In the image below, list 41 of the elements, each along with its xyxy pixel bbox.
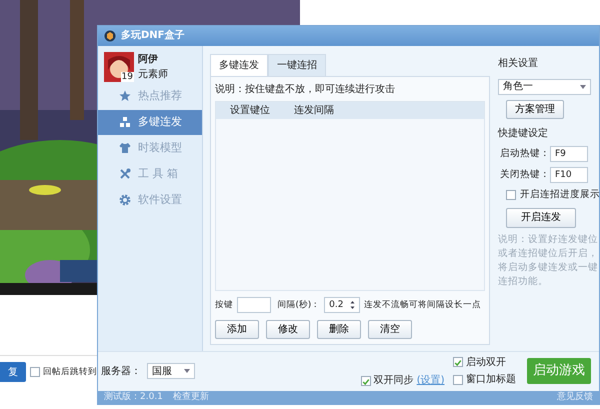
field-label: 启动热键： xyxy=(500,147,550,162)
hotkey-field[interactable]: F10 xyxy=(550,167,588,184)
checkbox-label: 开启连招进度展示 xyxy=(520,188,600,202)
field-value: F10 xyxy=(555,168,572,182)
column-header: 连发间隔 xyxy=(293,104,335,118)
field-label: 间隔(秒)： xyxy=(278,298,320,312)
hint-text: 连发不流畅可将间隔设长一点 xyxy=(364,298,482,312)
sidebar-item[interactable]: 多键连发 xyxy=(98,110,202,135)
select-value: 国服 xyxy=(152,364,172,379)
interval-spinner[interactable]: 0.2 xyxy=(324,297,360,314)
player-class: 元素师 xyxy=(138,68,168,82)
spinner-value: 0.2 xyxy=(329,298,344,312)
checkbox-label: 回帖后跳转到 xyxy=(43,366,97,379)
action-button[interactable]: 添加 xyxy=(215,320,259,339)
tab[interactable]: 多键连发 xyxy=(210,54,268,76)
column-header: 设置键位 xyxy=(229,104,271,118)
tab[interactable]: 一键连招 xyxy=(268,54,326,76)
field-label: 关闭热键： xyxy=(500,168,550,182)
checkbox-label: 启动双开 xyxy=(466,356,506,370)
server-select[interactable]: 国服 xyxy=(147,363,195,380)
field-value: F9 xyxy=(555,148,566,161)
note-text: 说明：设置好连发键位或者连招键位后开启，将启动多键连发或一键连招功能。 xyxy=(498,232,599,289)
scheme-button[interactable]: 方案管理 xyxy=(506,100,564,119)
version-text: 测试版：2.0.1 xyxy=(104,390,163,404)
start-button[interactable]: 开启连发 xyxy=(506,208,576,228)
field-label: 按键 xyxy=(215,298,233,312)
field-label: 服务器： xyxy=(101,364,141,379)
section-title: 快捷键设定 xyxy=(498,126,549,142)
reply-button[interactable]: 复 xyxy=(0,362,26,382)
hotkey-field[interactable]: F9 xyxy=(550,146,588,162)
action-button[interactable]: 清空 xyxy=(368,320,412,339)
role-select[interactable]: 角色一 xyxy=(498,78,591,95)
description-text: 说明：按住键盘不放，即可连续进行攻击 xyxy=(215,82,396,97)
window-title: 多玩DNF盒子 xyxy=(121,28,185,44)
checkbox-label: 双开同步 xyxy=(374,374,414,388)
select-value: 角色一 xyxy=(503,80,533,94)
checkbox-label: 窗口加标题 xyxy=(466,372,516,388)
section-title: 相关设置 xyxy=(498,56,539,72)
action-button[interactable]: 修改 xyxy=(266,320,310,339)
player-name: 阿伊 xyxy=(138,52,159,67)
action-button[interactable]: 删除 xyxy=(317,320,361,339)
